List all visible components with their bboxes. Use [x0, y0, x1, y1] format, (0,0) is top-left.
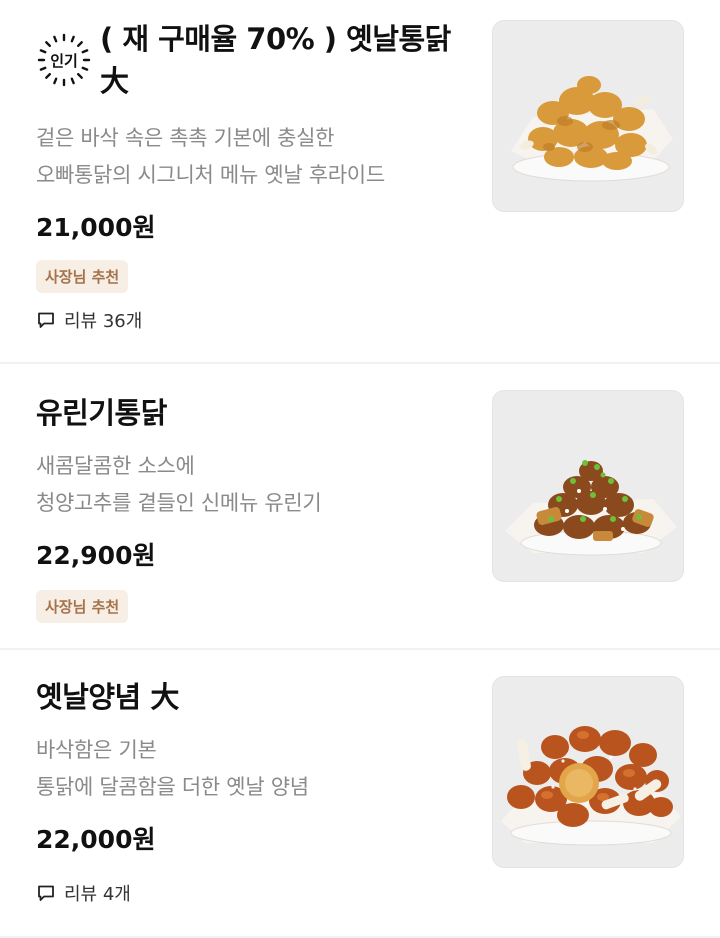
- menu-item-yuringi[interactable]: 유린기통닭 새콤달콤한 소스에 청양고추를 곁들인 신메뉴 유린기 22,900…: [0, 364, 720, 650]
- fried-chicken-image[interactable]: [492, 20, 684, 212]
- menu-item-name: ( 재 구매율 70% ) 옛날통닭 大: [100, 22, 451, 98]
- popular-badge-icon: 인기: [36, 32, 92, 88]
- owner-recommend-tag: 사장님 추천: [36, 260, 129, 293]
- review-count[interactable]: 리뷰 36개: [36, 307, 466, 333]
- menu-item-old-seasoned[interactable]: 옛날양념 大 바삭함은 기본 통닭에 달콤함을 더한 옛날 양념 22,000원…: [0, 650, 720, 938]
- owner-recommend-tag: 사장님 추천: [36, 590, 129, 623]
- menu-item-desc-line2: 오빠통닭의 시그니처 메뉴 옛날 후라이드: [36, 163, 385, 187]
- menu-item-name: 유린기통닭: [36, 396, 167, 430]
- menu-item-text: 인기 ( 재 구매율 70% ) 옛날통닭 大 겉은 바삭 속은 촉촉 기본에 …: [36, 18, 466, 333]
- menu-item-old-fried[interactable]: 인기 ( 재 구매율 70% ) 옛날통닭 大 겉은 바삭 속은 촉촉 기본에 …: [0, 0, 720, 364]
- menu-item-name: 옛날양념 大: [36, 680, 179, 714]
- seasoned-chicken-image[interactable]: [492, 676, 684, 868]
- menu-item-price: 22,000원: [36, 825, 156, 854]
- menu-item-desc-line1: 바삭함은 기본: [36, 738, 157, 762]
- menu-item-desc-line2: 통닭에 달콤함을 더한 옛날 양념: [36, 775, 309, 799]
- menu-item-price: 21,000원: [36, 213, 156, 242]
- menu-item-desc-line1: 새콤달콤한 소스에: [36, 454, 195, 478]
- review-count-label: 리뷰 36개: [64, 311, 143, 332]
- review-count[interactable]: 리뷰 4개: [36, 880, 466, 906]
- menu-item-text: 유린기통닭 새콤달콤한 소스에 청양고추를 곁들인 신메뉴 유린기 22,900…: [36, 392, 466, 623]
- menu-item-desc-line2: 청양고추를 곁들인 신메뉴 유린기: [36, 491, 322, 515]
- review-count-label: 리뷰 4개: [64, 884, 131, 905]
- comment-icon: [38, 885, 54, 901]
- menu-item-text: 옛날양념 大 바삭함은 기본 통닭에 달콤함을 더한 옛날 양념 22,000원…: [36, 676, 466, 906]
- popular-badge-label: 인기: [50, 51, 78, 70]
- menu-item-price: 22,900원: [36, 541, 156, 570]
- comment-icon: [38, 312, 54, 328]
- yuringi-chicken-image[interactable]: [492, 390, 684, 582]
- menu-title-row: 인기 ( 재 구매율 70% ) 옛날통닭 大: [36, 18, 466, 102]
- menu-item-desc-line1: 겉은 바삭 속은 촉촉 기본에 충실한: [36, 126, 335, 150]
